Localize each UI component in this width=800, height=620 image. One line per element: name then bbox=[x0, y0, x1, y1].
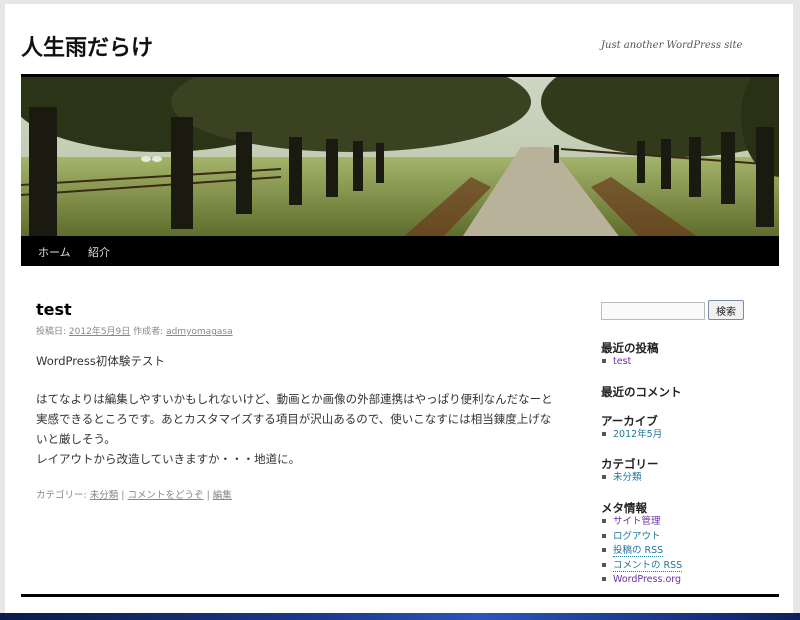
separator: | bbox=[206, 490, 210, 501]
list-item: 投稿の RSS bbox=[601, 544, 682, 559]
post-paragraph: WordPress初体験テスト bbox=[36, 354, 165, 368]
author-label: 作成者: bbox=[133, 327, 164, 337]
header-image-drawing bbox=[21, 77, 779, 239]
comments-rss-link[interactable]: コメントの RSS bbox=[613, 559, 683, 572]
list-item: WordPress.org bbox=[601, 573, 682, 588]
bullet-icon bbox=[602, 548, 606, 553]
wordpress-org-link[interactable]: WordPress.org bbox=[613, 574, 681, 585]
post-date-link[interactable]: 2012年5月9日 bbox=[69, 327, 130, 337]
meta-list: サイト管理 ログアウト 投稿の RSS コメントの RSS WordPress.… bbox=[601, 515, 683, 588]
footer-divider bbox=[21, 594, 779, 597]
site-description: Just another WordPress site bbox=[601, 40, 743, 51]
site-admin-link[interactable]: サイト管理 bbox=[613, 516, 661, 527]
posted-label: 投稿日: bbox=[36, 327, 67, 337]
bullet-icon bbox=[602, 519, 606, 523]
category-link[interactable]: 未分類 bbox=[613, 472, 642, 483]
post-footer: カテゴリー: 未分類 | コメントをどうぞ | 編集 bbox=[36, 487, 232, 501]
list-item: サイト管理 bbox=[601, 515, 682, 530]
recent-post-link[interactable]: test bbox=[613, 356, 631, 367]
nav-item-home[interactable]: ホーム bbox=[38, 244, 71, 260]
posts-rss-link[interactable]: 投稿の RSS bbox=[613, 545, 664, 558]
bullet-icon bbox=[602, 359, 606, 363]
bullet-icon bbox=[602, 475, 606, 479]
logout-link[interactable]: ログアウト bbox=[613, 531, 661, 542]
post-content: WordPress初体験テスト はてなよりは編集しやすいかもしれないけど、動画と… bbox=[36, 351, 558, 487]
post-meta: 投稿日: 2012年5月9日 作成者: admyomagasa bbox=[36, 324, 233, 337]
list-item: ログアウト bbox=[601, 530, 682, 545]
main-nav: ホーム 紹介 bbox=[21, 236, 779, 266]
list-item: 2012年5月 bbox=[601, 428, 662, 443]
bullet-icon bbox=[602, 533, 606, 538]
bullet-icon bbox=[602, 577, 606, 582]
recent-posts-list: test bbox=[601, 355, 631, 370]
post-title[interactable]: test bbox=[36, 300, 72, 319]
search-button[interactable]: 検索 bbox=[708, 300, 744, 320]
edit-link[interactable]: 編集 bbox=[213, 490, 232, 501]
category-link[interactable]: 未分類 bbox=[90, 490, 119, 501]
desktop-taskbar bbox=[0, 613, 800, 620]
comment-link[interactable]: コメントをどうぞ bbox=[128, 490, 204, 501]
list-item: コメントの RSS bbox=[601, 559, 683, 574]
header-image[interactable] bbox=[21, 74, 779, 239]
site-title[interactable]: 人生雨だらけ bbox=[21, 30, 153, 62]
archive-link[interactable]: 2012年5月 bbox=[613, 429, 662, 440]
post-paragraph: はてなよりは編集しやすいかもしれないけど、動画とか画像の外部連携はやっぱり便利な… bbox=[36, 392, 553, 446]
category-label: カテゴリー: bbox=[36, 490, 87, 501]
archives-title: アーカイブ bbox=[601, 414, 658, 428]
archives-list: 2012年5月 bbox=[601, 428, 662, 443]
separator: | bbox=[121, 490, 125, 501]
post-paragraph: レイアウトから改造していきますか・・・地道に。 bbox=[36, 452, 301, 466]
recent-comments-title: 最近のコメント bbox=[601, 385, 682, 399]
search-input[interactable] bbox=[601, 302, 705, 320]
categories-title: カテゴリー bbox=[601, 457, 659, 471]
nav-item-about[interactable]: 紹介 bbox=[88, 244, 110, 260]
meta-title: メタ情報 bbox=[601, 501, 647, 515]
categories-list: 未分類 bbox=[601, 471, 642, 486]
bullet-icon bbox=[602, 562, 606, 567]
recent-posts-title: 最近の投稿 bbox=[601, 341, 659, 355]
post-author-link[interactable]: admyomagasa bbox=[166, 327, 233, 337]
page: 人生雨だらけ Just another WordPress site ホーム 紹… bbox=[5, 4, 793, 614]
list-item: test bbox=[601, 355, 631, 370]
list-item: 未分類 bbox=[601, 471, 642, 486]
bullet-icon bbox=[602, 432, 606, 436]
